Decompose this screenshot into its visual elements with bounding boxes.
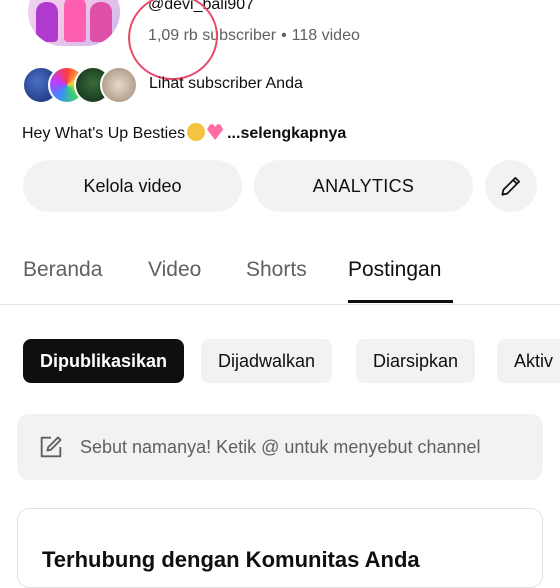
tab-shorts[interactable]: Shorts <box>246 258 307 282</box>
channel-tabs: Beranda Video Shorts Postingan <box>0 250 560 305</box>
manage-videos-button[interactable]: Kelola video <box>23 160 242 212</box>
tab-postingan[interactable]: Postingan <box>348 258 441 282</box>
sparkling-heart-emoji-icon <box>207 124 224 140</box>
subscriber-avatars[interactable] <box>22 66 142 104</box>
tab-video[interactable]: Video <box>148 258 201 282</box>
tab-beranda[interactable]: Beranda <box>23 258 102 282</box>
subscriber-avatar <box>100 66 138 104</box>
filter-chip-active[interactable]: Aktiv <box>497 339 560 383</box>
hugging-face-emoji-icon <box>187 123 206 141</box>
avatar-figure <box>64 0 86 42</box>
channel-description[interactable]: Hey What's Up Besties ...selengkapnya <box>22 123 346 143</box>
edit-channel-button[interactable] <box>485 160 537 212</box>
community-card: Terhubung dengan Komunitas Anda <box>17 508 543 588</box>
description-text: Hey What's Up Besties <box>22 125 186 142</box>
channel-avatar[interactable] <box>28 0 120 46</box>
filter-chip-published[interactable]: Dipublikasikan <box>23 339 185 383</box>
filter-chip-archived[interactable]: Diarsipkan <box>356 339 476 383</box>
video-count: 118 video <box>291 27 360 44</box>
post-composer[interactable]: Sebut namanya! Ketik @ untuk menyebut ch… <box>17 414 543 480</box>
composer-placeholder: Sebut namanya! Ketik @ untuk menyebut ch… <box>80 437 481 457</box>
pencil-icon <box>501 177 520 196</box>
description-more-link[interactable]: ...selengkapnya <box>227 125 346 142</box>
edit-icon <box>40 436 62 458</box>
filter-chip-scheduled[interactable]: Dijadwalkan <box>201 339 333 383</box>
community-card-title: Terhubung dengan Komunitas Anda <box>42 547 420 572</box>
active-tab-indicator <box>348 300 453 303</box>
avatar-figure <box>36 2 58 42</box>
analytics-button[interactable]: ANALYTICS <box>254 160 473 212</box>
stats-separator: • <box>281 27 287 44</box>
avatar-figure <box>90 2 112 42</box>
see-subscribers-link[interactable]: Lihat subscriber Anda <box>149 75 303 93</box>
